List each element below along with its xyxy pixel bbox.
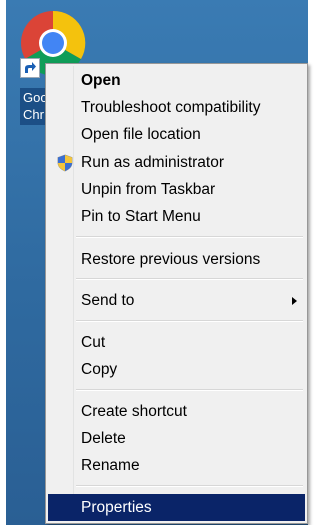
menu-separator xyxy=(76,485,303,487)
menu-item-label: Cut xyxy=(81,334,106,351)
menu-separator xyxy=(76,320,303,322)
menu-item-label: Create shortcut xyxy=(81,403,187,420)
menu-item-label: Run as administrator xyxy=(81,154,225,171)
menu-item-label: Rename xyxy=(81,457,140,474)
shortcut-arrow-icon xyxy=(20,58,40,78)
menu-item-create-shortcut[interactable]: Create shortcut xyxy=(48,398,305,425)
context-menu: Open Troubleshoot compatibility Open fil… xyxy=(45,63,308,524)
menu-item-run-as-administrator[interactable]: Run as administrator xyxy=(48,149,305,176)
menu-item-label: Properties xyxy=(81,499,152,516)
menu-separator xyxy=(76,236,303,238)
menu-item-label: Delete xyxy=(81,430,126,447)
menu-item-troubleshoot-compatibility[interactable]: Troubleshoot compatibility xyxy=(48,94,305,121)
menu-separator xyxy=(76,389,303,391)
menu-item-restore-previous-versions[interactable]: Restore previous versions xyxy=(48,246,305,273)
menu-item-rename[interactable]: Rename xyxy=(48,452,305,479)
menu-item-open-file-location[interactable]: Open file location xyxy=(48,121,305,148)
menu-item-open[interactable]: Open xyxy=(48,67,305,94)
submenu-arrow-icon xyxy=(292,297,297,305)
menu-item-copy[interactable]: Copy xyxy=(48,356,305,383)
menu-item-send-to[interactable]: Send to xyxy=(48,287,305,314)
menu-item-delete[interactable]: Delete xyxy=(48,425,305,452)
menu-item-unpin-from-taskbar[interactable]: Unpin from Taskbar xyxy=(48,176,305,203)
menu-item-label: Send to xyxy=(81,292,135,309)
menu-item-label: Pin to Start Menu xyxy=(81,208,201,225)
menu-item-label: Unpin from Taskbar xyxy=(81,181,216,198)
menu-item-label: Open xyxy=(81,72,121,89)
menu-item-label: Troubleshoot compatibility xyxy=(81,99,261,116)
menu-item-label: Copy xyxy=(81,361,118,378)
menu-item-label: Open file location xyxy=(81,126,201,143)
menu-item-properties[interactable]: Properties xyxy=(48,494,305,521)
shield-icon xyxy=(57,154,73,172)
menu-separator xyxy=(76,278,303,280)
menu-item-label: Restore previous versions xyxy=(81,251,261,268)
menu-item-cut[interactable]: Cut xyxy=(48,329,305,356)
menu-item-pin-to-start-menu[interactable]: Pin to Start Menu xyxy=(48,203,305,230)
